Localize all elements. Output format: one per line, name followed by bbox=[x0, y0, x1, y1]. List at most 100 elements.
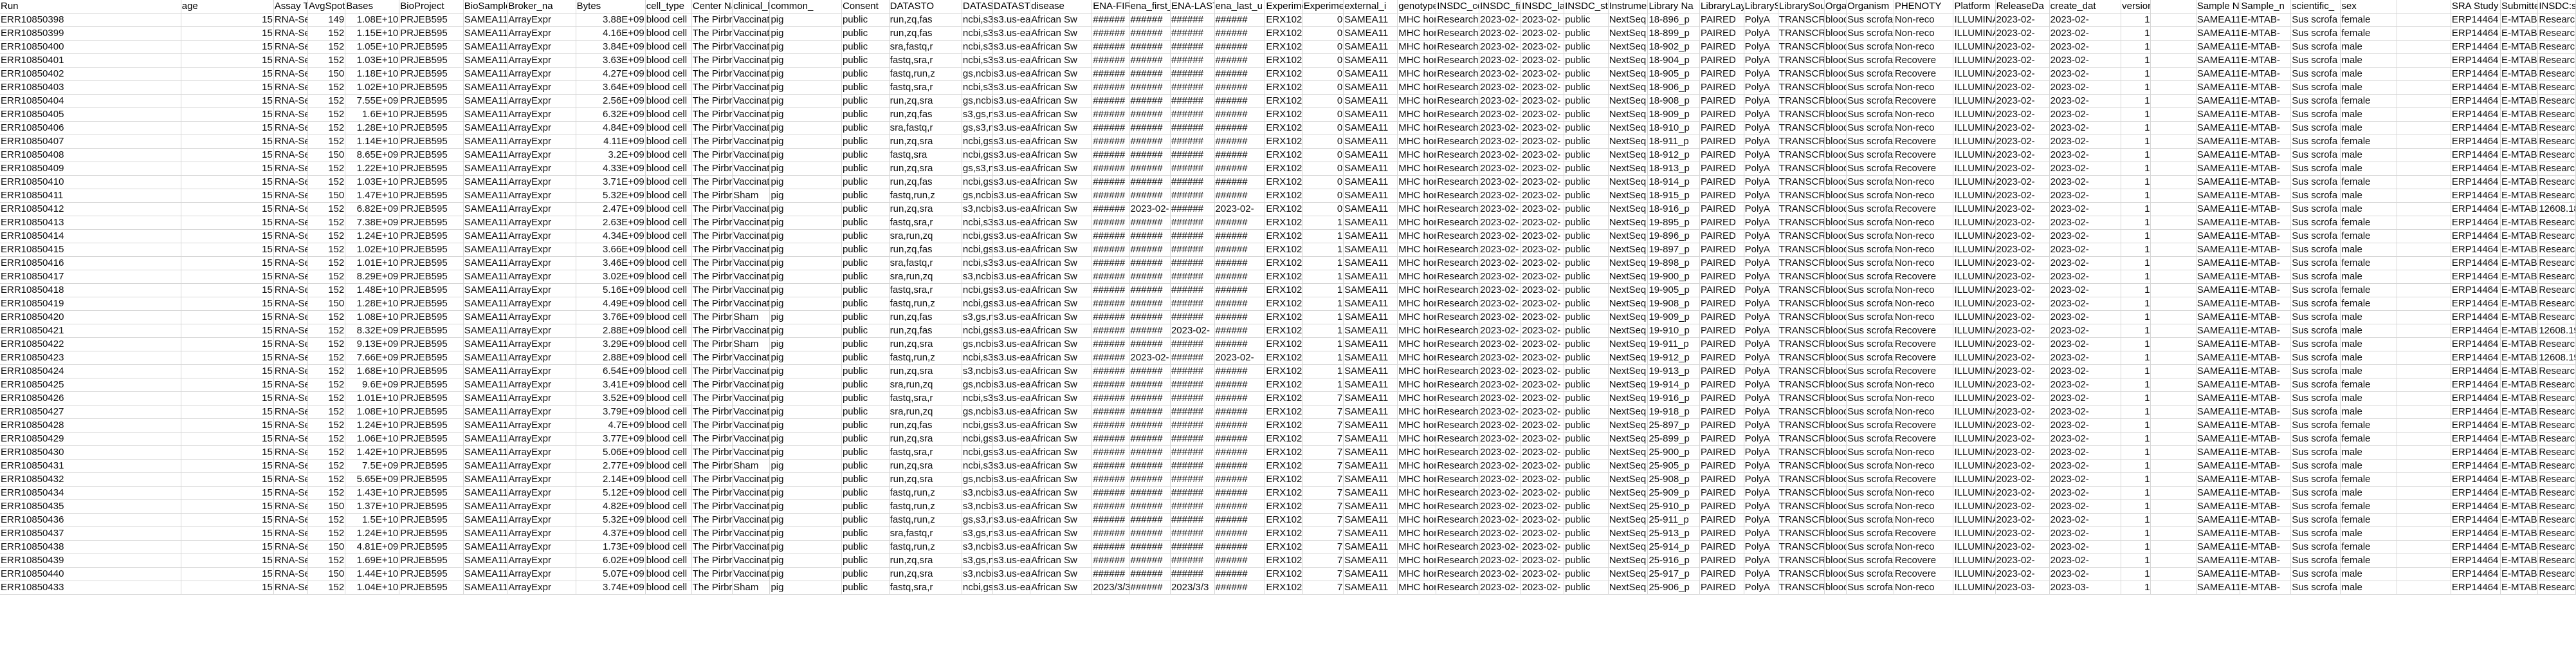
table-cell[interactable]: Vaccinate bbox=[732, 391, 771, 406]
table-cell[interactable]: Sus scrofa bbox=[1846, 121, 1894, 136]
table-cell[interactable]: ###### bbox=[1214, 270, 1266, 284]
table-cell[interactable]: public bbox=[841, 418, 890, 433]
table-cell[interactable]: ERP14464 bbox=[2451, 26, 2501, 41]
table-cell[interactable] bbox=[2150, 135, 2197, 149]
table-cell[interactable]: RNA-Seq bbox=[273, 189, 308, 203]
table-cell[interactable]: Researche bbox=[2537, 270, 2576, 284]
table-cell[interactable]: Vaccinate bbox=[732, 405, 771, 420]
table-cell[interactable]: blood cell bbox=[645, 567, 692, 582]
table-cell[interactable]: NextSeq 5 bbox=[1608, 270, 1649, 284]
table-cell[interactable]: public bbox=[1564, 459, 1609, 474]
table-cell[interactable]: MHC hom bbox=[1397, 486, 1437, 501]
table-cell[interactable]: Sus scrofa bbox=[2290, 270, 2341, 284]
table-cell[interactable]: ERR10850419 bbox=[0, 297, 181, 312]
table-cell[interactable]: public bbox=[841, 405, 890, 420]
table-cell[interactable]: ###### bbox=[1092, 378, 1130, 393]
table-cell[interactable]: ERR10850403 bbox=[0, 80, 181, 95]
table-cell[interactable]: SAMEA11 bbox=[463, 405, 508, 420]
table-cell[interactable]: NextSeq 5 bbox=[1608, 162, 1649, 176]
table-cell[interactable]: public bbox=[1564, 445, 1609, 460]
table-cell[interactable]: SAMEA11 bbox=[2196, 337, 2241, 352]
table-cell[interactable]: s3.us-east bbox=[992, 581, 1031, 595]
table-cell[interactable]: ###### bbox=[1214, 162, 1266, 176]
table-cell[interactable]: SAMEA11 bbox=[2196, 540, 2241, 555]
table-cell[interactable]: Vaccinate bbox=[732, 67, 771, 82]
table-cell[interactable]: 1 bbox=[2121, 216, 2151, 230]
table-cell[interactable]: 7 bbox=[1302, 405, 1344, 420]
table-cell[interactable]: ###### bbox=[1129, 256, 1171, 271]
table-cell[interactable]: PolyA bbox=[1744, 391, 1778, 406]
table-cell[interactable]: 2023-02- bbox=[1521, 216, 1565, 230]
table-cell[interactable]: SAMEA11 bbox=[463, 148, 508, 163]
table-cell[interactable]: 1.24E+10 bbox=[345, 229, 400, 244]
table-cell[interactable]: 2023-02- bbox=[2049, 337, 2122, 352]
table-cell[interactable]: 19-905_p bbox=[1647, 283, 1701, 298]
table-cell[interactable]: 4.16E+09 bbox=[576, 26, 646, 41]
table-cell[interactable]: PAIRED bbox=[1699, 94, 1744, 109]
column-header[interactable]: Bytes bbox=[576, 0, 646, 14]
table-cell[interactable]: PolyA bbox=[1744, 162, 1778, 176]
table-cell[interactable]: SAMEA11 bbox=[1343, 189, 1398, 203]
table-cell[interactable]: 5.06E+09 bbox=[576, 445, 646, 460]
table-cell[interactable]: 2023-02- bbox=[1521, 175, 1565, 190]
table-cell[interactable]: ###### bbox=[1092, 337, 1130, 352]
table-cell[interactable]: 152 bbox=[307, 135, 346, 149]
table-cell[interactable]: 3.76E+09 bbox=[576, 310, 646, 325]
table-cell[interactable]: ###### bbox=[1170, 216, 1215, 230]
table-cell[interactable]: 2023-02- bbox=[1995, 13, 2050, 28]
table-cell[interactable]: Researche bbox=[1436, 26, 1480, 41]
table-cell[interactable]: PolyA bbox=[1744, 229, 1778, 244]
table-cell[interactable]: E-MTAB- bbox=[2500, 162, 2539, 176]
table-cell[interactable]: ###### bbox=[1129, 554, 1171, 568]
table-cell[interactable] bbox=[2397, 243, 2451, 257]
table-cell[interactable]: E-MTAB- bbox=[2240, 53, 2292, 68]
table-cell[interactable]: Researche bbox=[1436, 229, 1480, 244]
table-cell[interactable]: NextSeq 5 bbox=[1608, 567, 1649, 582]
table-cell[interactable]: SAMEA11 bbox=[1343, 202, 1398, 217]
column-header[interactable]: DATASTO bbox=[889, 0, 962, 14]
table-cell[interactable] bbox=[2150, 80, 2197, 95]
table-cell[interactable]: s3.us-east bbox=[992, 418, 1031, 433]
table-cell[interactable]: TRANSCRI bbox=[1778, 391, 1825, 406]
table-cell[interactable]: public bbox=[841, 378, 890, 393]
table-cell[interactable]: 1 bbox=[2121, 567, 2151, 582]
table-cell[interactable]: 2023-02- bbox=[1214, 351, 1266, 366]
table-cell[interactable]: ###### bbox=[1092, 13, 1130, 28]
table-cell[interactable]: 1.43E+10 bbox=[345, 486, 400, 501]
table-cell[interactable]: blood cell bbox=[645, 378, 692, 393]
table-cell[interactable]: pig bbox=[769, 364, 842, 379]
table-cell[interactable]: E-MTAB- bbox=[2240, 459, 2292, 474]
table-cell[interactable]: blood cell bbox=[645, 40, 692, 55]
table-cell[interactable]: 2023-02- bbox=[1479, 189, 1522, 203]
table-cell[interactable]: African Sw bbox=[1030, 94, 1093, 109]
table-cell[interactable]: ILLUMINA bbox=[1953, 148, 1996, 163]
table-cell[interactable]: ArrayExpr bbox=[507, 418, 576, 433]
table-cell[interactable]: ArrayExpr bbox=[507, 40, 576, 55]
table-cell[interactable]: public bbox=[1564, 337, 1609, 352]
table-cell[interactable]: Researche bbox=[2537, 256, 2576, 271]
table-cell[interactable]: pig bbox=[769, 513, 842, 528]
table-cell[interactable]: blood cell bbox=[645, 53, 692, 68]
table-cell[interactable]: ###### bbox=[1214, 216, 1266, 230]
table-cell[interactable]: Researche bbox=[1436, 378, 1480, 393]
table-cell[interactable] bbox=[2397, 445, 2451, 460]
table-cell[interactable]: SAMEA11 bbox=[1343, 324, 1398, 339]
table-cell[interactable]: blood cell bbox=[645, 445, 692, 460]
table-cell[interactable]: Researche bbox=[1436, 337, 1480, 352]
table-cell[interactable]: public bbox=[841, 459, 890, 474]
table-cell[interactable]: ERP14464 bbox=[2451, 94, 2501, 109]
table-cell[interactable]: ArrayExpr bbox=[507, 297, 576, 312]
table-cell[interactable]: ###### bbox=[1214, 418, 1266, 433]
table-cell[interactable]: 1 bbox=[2121, 378, 2151, 393]
table-cell[interactable]: SAMEA11 bbox=[1343, 486, 1398, 501]
column-header[interactable]: Assay Typ bbox=[273, 0, 308, 14]
table-cell[interactable]: SAMEA11 bbox=[2196, 378, 2241, 393]
table-cell[interactable]: public bbox=[1564, 432, 1609, 447]
table-cell[interactable]: Researche bbox=[2537, 310, 2576, 325]
table-cell[interactable]: TRANSCRI bbox=[1778, 513, 1825, 528]
table-cell[interactable] bbox=[2150, 513, 2197, 528]
table-cell[interactable]: Non-reco bbox=[1894, 581, 1954, 595]
table-cell[interactable]: blood bbox=[1824, 581, 1847, 595]
table-cell[interactable]: TRANSCRI bbox=[1778, 364, 1825, 379]
table-cell[interactable]: The Pirbri bbox=[691, 310, 733, 325]
